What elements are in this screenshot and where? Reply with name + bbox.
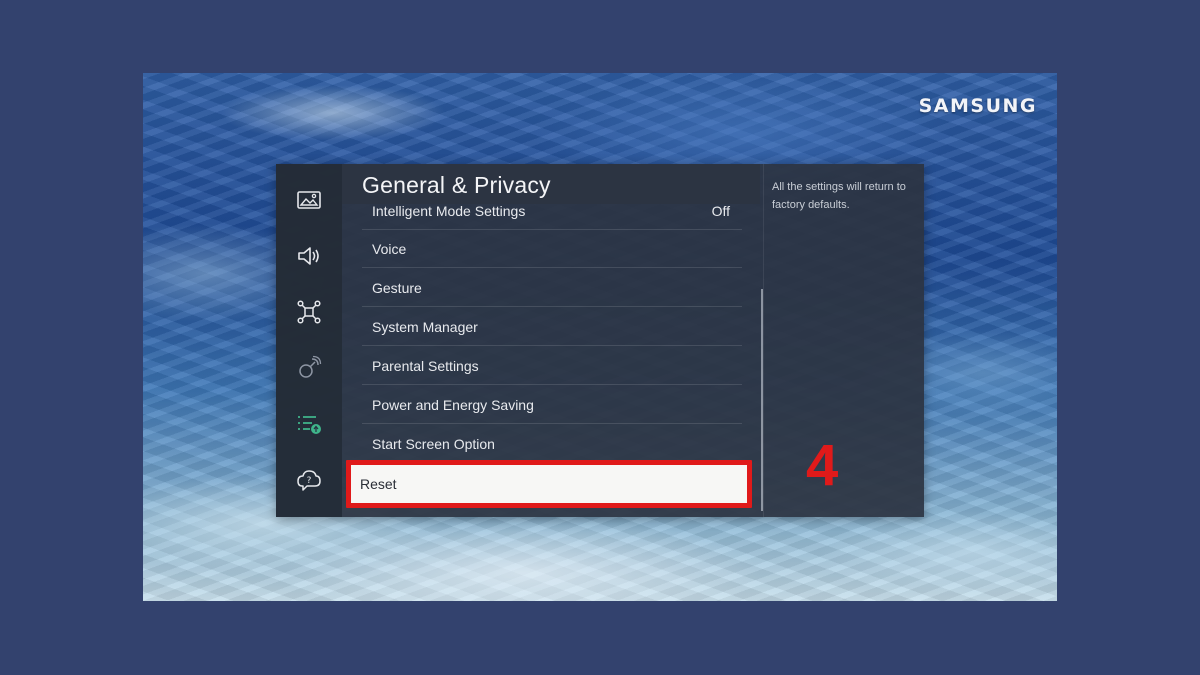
- general-privacy-icon[interactable]: [295, 410, 323, 438]
- description-panel: All the settings will return to factory …: [763, 164, 925, 517]
- page-title: General & Privacy: [362, 172, 551, 198]
- description-text: All the settings will return to factory …: [772, 181, 906, 211]
- settings-sidebar: ?: [276, 164, 342, 517]
- menu-item-parental-settings[interactable]: Parental Settings: [362, 347, 742, 385]
- settings-list: General & Privacy Intelligent Mode Setti…: [342, 164, 760, 517]
- connection-icon[interactable]: [295, 298, 323, 326]
- brand-logo: SAMSUNG: [918, 95, 1037, 117]
- picture-icon[interactable]: [295, 186, 323, 214]
- menu-item-label: Intelligent Mode Settings: [372, 203, 526, 219]
- menu-item-label: Power and Energy Saving: [372, 396, 534, 413]
- support-icon[interactable]: ?: [295, 466, 323, 494]
- svg-text:?: ?: [307, 476, 312, 486]
- menu-item-power-energy[interactable]: Power and Energy Saving: [362, 386, 742, 424]
- menu-item-start-screen[interactable]: Start Screen Option: [362, 425, 742, 463]
- menu-item-voice[interactable]: Voice: [362, 230, 742, 268]
- menu-item-system-manager[interactable]: System Manager: [362, 308, 742, 346]
- menu-item-label: Reset: [360, 476, 397, 492]
- menu-item-label: Start Screen Option: [372, 435, 495, 452]
- menu-item-label: Parental Settings: [372, 357, 479, 374]
- tv-screen: SAMSUNG ? General & Privacy Intelligent …: [143, 73, 1057, 601]
- menu-item-gesture[interactable]: Gesture: [362, 269, 742, 307]
- step-number-annotation: 4: [806, 433, 839, 498]
- sound-icon[interactable]: [295, 242, 323, 270]
- menu-item-value: Off: [711, 203, 730, 219]
- menu-item-label: Gesture: [372, 279, 422, 296]
- menu-item-label: Voice: [372, 240, 407, 257]
- broadcasting-icon[interactable]: [295, 354, 323, 382]
- menu-item-reset[interactable]: Reset: [346, 460, 752, 508]
- menu-item-label: System Manager: [372, 318, 478, 335]
